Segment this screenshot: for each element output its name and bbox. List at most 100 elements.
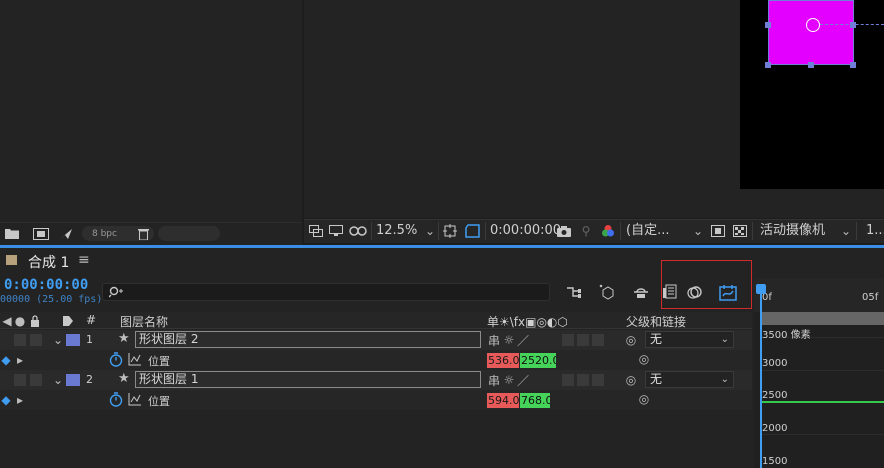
expand-chevron-icon[interactable]: ⌄ (52, 332, 64, 348)
shy-layers-icon[interactable] (632, 283, 650, 301)
expand-arrow-icon[interactable]: ▸ (14, 352, 26, 368)
show-snapshot-icon[interactable]: ⚲ (578, 223, 594, 239)
collapse-switch-icon[interactable]: ☼ (502, 372, 516, 388)
solo-icon[interactable]: ● (14, 313, 26, 328)
switch-box[interactable] (592, 334, 604, 346)
trash-icon[interactable] (136, 226, 150, 241)
frame-rate-label: 00000 (25.00 fps) (0, 294, 103, 305)
work-area-bar[interactable] (760, 312, 884, 325)
camera-snapshot-icon[interactable] (556, 223, 572, 239)
current-time-indicator[interactable] (760, 294, 762, 468)
transform-handle[interactable] (808, 62, 814, 68)
switch-box[interactable] (577, 374, 589, 386)
chevron-down-icon[interactable]: ⌄ (692, 223, 704, 239)
value-graph-curve[interactable] (760, 401, 884, 403)
chevron-down-icon[interactable]: ⌄ (424, 223, 436, 239)
always-preview-icon[interactable] (308, 223, 324, 239)
camera-dropdown[interactable]: 活动摄像机 (760, 223, 825, 239)
playhead-handle[interactable] (756, 284, 766, 294)
tab-composition[interactable]: 合成 1 (28, 252, 69, 272)
color-channels-icon[interactable] (600, 223, 616, 239)
views-dropdown[interactable]: 1... (866, 223, 884, 239)
viewer-timecode[interactable]: 0:00:00:00 (490, 223, 561, 239)
column-layer-name[interactable]: 图层名称 (120, 313, 168, 330)
switch-box[interactable] (592, 374, 604, 386)
layer-number: 2 (86, 373, 93, 386)
anchor-point-icon[interactable] (806, 18, 820, 32)
parent-dropdown[interactable]: 无 ⌄ (645, 331, 734, 348)
lock-toggle[interactable] (30, 334, 42, 346)
keyframe-diamond-icon[interactable]: ◆ (0, 392, 12, 408)
pick-whip-icon[interactable]: ◎ (623, 332, 639, 348)
mask-visibility-icon[interactable] (348, 223, 368, 239)
position-x-value[interactable]: 536.0, (487, 353, 519, 368)
position-y-value[interactable]: 768.0 (520, 393, 550, 408)
render-queue-icon[interactable] (58, 226, 74, 241)
transparency-grid-icon[interactable] (732, 223, 748, 239)
position-x-value[interactable]: 594.0, (487, 393, 519, 408)
pick-whip-icon[interactable]: ◎ (623, 372, 639, 388)
column-switches: 单☀\fx▣◎◐⬡ (487, 315, 568, 329)
graph-y-label: 1500 (762, 456, 788, 467)
graph-toggle-icon[interactable] (126, 351, 142, 367)
stopwatch-icon[interactable] (108, 351, 124, 367)
toolbar-separator (485, 222, 486, 240)
lock-icon[interactable] (28, 313, 42, 328)
label-tag-icon[interactable] (60, 313, 76, 328)
lock-toggle[interactable] (30, 374, 42, 386)
position-y-value[interactable]: 2520.0 (520, 353, 556, 368)
transform-handle[interactable] (765, 62, 771, 68)
region-of-interest-icon[interactable] (464, 223, 482, 239)
quality-switch-icon[interactable]: ／ (516, 332, 530, 348)
zoom-dropdown[interactable]: 12.5% (376, 223, 417, 239)
grid-line (762, 370, 884, 371)
layer-search-input[interactable] (102, 283, 550, 301)
graph-toggle-icon[interactable] (126, 391, 142, 407)
keyframe-diamond-icon[interactable]: ◆ (0, 352, 12, 368)
project-scrollbar[interactable] (158, 226, 220, 241)
shy-switch-icon[interactable]: 串 (487, 332, 501, 348)
shy-switch-icon[interactable]: 串 (487, 372, 501, 388)
shape-layer-star-icon: ★ (118, 331, 130, 346)
layer-name[interactable]: 形状图层 2 (135, 331, 481, 348)
layer-label-color[interactable] (66, 334, 80, 346)
switch-box[interactable] (577, 334, 589, 346)
fast-previews-icon[interactable] (710, 223, 726, 239)
panel-menu-icon[interactable]: ≡ (78, 252, 90, 268)
parent-dropdown[interactable]: 无 ⌄ (645, 371, 734, 388)
draft-3d-icon[interactable] (598, 283, 616, 301)
motion-path[interactable] (820, 24, 884, 25)
expand-arrow-icon[interactable]: ▸ (14, 392, 26, 408)
layer-number: 1 (86, 333, 93, 346)
pick-whip-icon[interactable]: ◎ (636, 391, 652, 407)
comp-flowchart-icon[interactable] (565, 283, 583, 301)
solo-toggle[interactable] (14, 334, 26, 346)
stopwatch-icon[interactable] (108, 391, 124, 407)
pick-whip-icon[interactable]: ◎ (636, 351, 652, 367)
transform-handle[interactable] (850, 22, 856, 28)
collapse-switch-icon[interactable]: ☼ (502, 332, 516, 348)
solo-toggle[interactable] (14, 374, 26, 386)
audio-icon[interactable]: ◀ (0, 313, 14, 328)
expand-chevron-icon[interactable]: ⌄ (52, 372, 64, 388)
grid-guides-icon[interactable] (442, 223, 458, 239)
magenta-shape-layer[interactable] (768, 0, 854, 65)
chevron-down-icon: ⌄ (720, 334, 729, 345)
toolbar-separator (620, 222, 621, 240)
transform-handle[interactable] (850, 62, 856, 68)
transform-handle[interactable] (765, 22, 771, 28)
layer-name[interactable]: 形状图层 1 (135, 371, 481, 388)
folder-icon[interactable] (4, 226, 20, 241)
column-parent-link[interactable]: 父级和链接 (626, 313, 686, 330)
switch-box[interactable] (562, 334, 574, 346)
toolbar-separator (371, 222, 372, 240)
monitor-icon[interactable] (328, 223, 344, 239)
resolution-dropdown[interactable]: (自定... (626, 223, 669, 239)
current-time-display[interactable]: 0:00:00:00 (4, 277, 88, 293)
layer-label-color[interactable] (66, 374, 80, 386)
highlight-annotation-box (661, 260, 752, 309)
switch-box[interactable] (562, 374, 574, 386)
chevron-down-icon[interactable]: ⌄ (840, 223, 852, 239)
new-composition-icon[interactable] (32, 226, 50, 241)
quality-switch-icon[interactable]: ／ (516, 372, 530, 388)
